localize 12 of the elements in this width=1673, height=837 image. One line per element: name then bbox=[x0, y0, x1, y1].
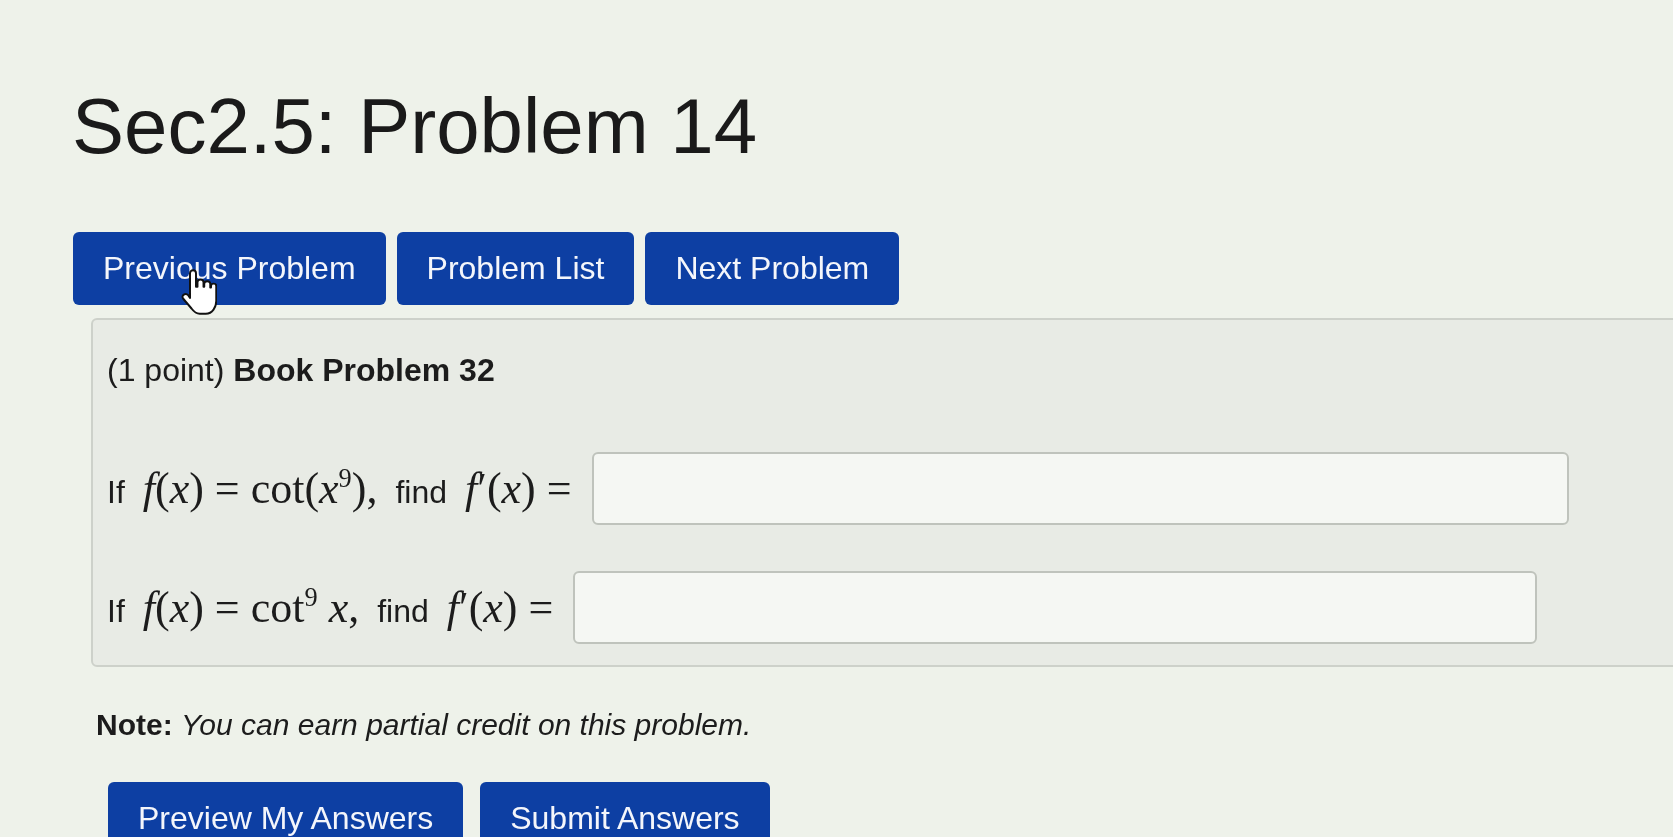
previous-problem-button[interactable]: Previous Problem bbox=[73, 232, 386, 305]
preview-answers-button[interactable]: Preview My Answers bbox=[108, 782, 464, 837]
answer-field[interactable] bbox=[573, 571, 1537, 644]
answer-field[interactable] bbox=[591, 452, 1569, 525]
problem-list-button[interactable]: Problem List bbox=[396, 232, 635, 305]
problem-heading: (1 point) Book Problem 32 bbox=[107, 351, 495, 389]
submit-answers-button[interactable]: Submit Answers bbox=[480, 782, 770, 837]
question-text: If f(x) = cot(x$^{9}$), find f′(x) = bbox=[107, 463, 572, 514]
page-title: Sec2.5: Problem 14 bbox=[72, 81, 758, 172]
note-text: Note: You can earn partial credit on this problem. bbox=[96, 707, 752, 743]
question-text: If f(x) = cot$^{9}$ x, find f′(x) = bbox=[107, 582, 554, 633]
next-problem-button[interactable]: Next Problem bbox=[645, 232, 900, 305]
